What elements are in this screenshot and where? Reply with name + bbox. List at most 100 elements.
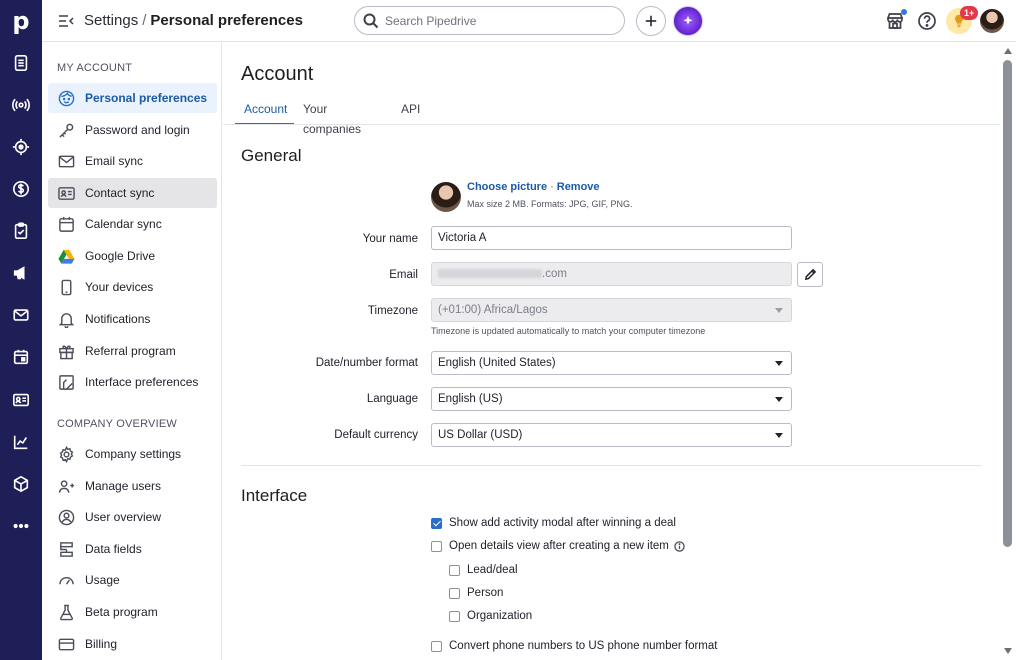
checkbox-unchecked[interactable] <box>449 610 460 622</box>
tabs-divider <box>223 124 1000 125</box>
sidebar-item-label: Calendar sync <box>85 217 162 231</box>
sidebar-item-label: Data fields <box>85 542 142 556</box>
sidebar-item-user-overview[interactable]: User overview <box>48 502 217 532</box>
pipedrive-logo[interactable]: p <box>0 0 42 42</box>
activities-icon[interactable] <box>0 219 42 243</box>
tab-api[interactable]: API <box>392 99 429 125</box>
checkbox-label: Lead/deal <box>467 564 518 576</box>
sidebar-item-contact-sync[interactable]: Contact sync <box>48 178 217 208</box>
checkbox-unchecked[interactable] <box>449 564 460 576</box>
checkbox-open-details[interactable]: Open details view after creating a new i… <box>431 540 685 552</box>
timezone-select: (+01:00) Africa/Lagos <box>431 298 792 322</box>
checkbox-unchecked[interactable] <box>431 640 442 652</box>
campaigns-icon[interactable] <box>0 261 42 285</box>
marketplace-icon[interactable] <box>885 9 907 31</box>
gift-icon <box>57 342 75 360</box>
sidebar-item-email-sync[interactable]: Email sync <box>48 146 217 176</box>
currency-value: US Dollar (USD) <box>438 429 523 441</box>
chevron-down-icon <box>775 308 783 313</box>
checkbox-person[interactable]: Person <box>449 587 503 599</box>
leads-icon[interactable] <box>0 93 42 117</box>
sidebar-item-beta-program[interactable]: Beta program <box>48 597 217 627</box>
collapse-menu-icon[interactable] <box>58 13 74 29</box>
sidebar-item-data-fields[interactable]: Data fields <box>48 534 217 564</box>
checkbox-checked[interactable] <box>431 517 442 529</box>
edit-email-button[interactable] <box>797 262 823 287</box>
checkbox-activity-modal[interactable]: Show add activity modal after winning a … <box>431 517 676 529</box>
currency-select[interactable]: US Dollar (USD) <box>431 423 792 447</box>
sidebar-item-your-devices[interactable]: Your devices <box>48 272 217 302</box>
search-input[interactable] <box>385 11 615 31</box>
sidebar-item-referral-program[interactable]: Referral program <box>48 336 217 366</box>
checkbox-organization[interactable]: Organization <box>449 610 532 622</box>
name-field[interactable]: Victoria A <box>431 226 792 250</box>
email-label: Email <box>389 269 418 281</box>
more-icon[interactable] <box>0 514 42 538</box>
notification-dot <box>901 9 907 15</box>
name-label: Your name <box>362 233 418 245</box>
picture-actions: Choose picture · Remove <box>467 181 600 193</box>
search-box[interactable] <box>354 6 625 35</box>
sidebar-item-billing[interactable]: Billing <box>48 629 217 659</box>
sidebar-item-notifications[interactable]: Notifications <box>48 304 217 334</box>
deals-icon[interactable] <box>0 51 42 75</box>
scroll-thumb[interactable] <box>1003 60 1012 547</box>
sidebar-item-interface-preferences[interactable]: Interface preferences <box>48 367 217 397</box>
date-format-select[interactable]: English (United States) <box>431 351 792 375</box>
chevron-down-icon <box>775 397 783 402</box>
choose-picture-link[interactable]: Choose picture <box>467 181 547 193</box>
help-icon[interactable] <box>917 11 937 31</box>
quick-add-button[interactable] <box>636 6 666 36</box>
plus-icon <box>645 15 657 27</box>
calendar-icon[interactable] <box>0 345 42 369</box>
checkbox-label: Show add activity modal after winning a … <box>449 517 676 529</box>
date-format-value: English (United States) <box>438 357 556 369</box>
products-icon[interactable] <box>0 472 42 496</box>
mail-icon[interactable] <box>0 303 42 327</box>
main-scrollbar[interactable] <box>1000 43 1016 660</box>
phone-icon <box>57 278 75 296</box>
checkbox-unchecked[interactable] <box>431 540 442 552</box>
remove-picture-link[interactable]: Remove <box>557 181 600 193</box>
sidebar-item-label: Contact sync <box>85 186 155 200</box>
target-icon[interactable] <box>0 135 42 159</box>
language-select[interactable]: English (US) <box>431 387 792 411</box>
scroll-down-arrow[interactable] <box>1004 648 1012 654</box>
sidebar-item-label: Your devices <box>85 280 154 294</box>
dollar-icon[interactable] <box>0 177 42 201</box>
sidebar-item-calendar-sync[interactable]: Calendar sync <box>48 209 217 239</box>
search-icon <box>363 13 379 29</box>
ai-assistant-button[interactable] <box>673 6 703 36</box>
contacts-icon[interactable] <box>0 388 42 412</box>
scroll-up-arrow[interactable] <box>1004 48 1012 54</box>
sidebar-item-company-settings[interactable]: Company settings <box>48 439 217 469</box>
sidebar-item-usage[interactable]: Usage <box>48 565 217 595</box>
sidebar-item-personal-preferences[interactable]: Personal preferences <box>48 83 217 113</box>
sidebar-item-manage-users[interactable]: Manage users <box>48 471 217 501</box>
checkbox-label: Person <box>467 587 504 599</box>
insights-icon[interactable] <box>0 430 42 454</box>
checkbox-label: Convert phone numbers to US phone number… <box>449 640 718 652</box>
user-circle-icon <box>57 508 75 526</box>
face-icon <box>57 89 75 107</box>
breadcrumb-separator: / <box>142 12 147 29</box>
info-icon[interactable] <box>674 540 685 552</box>
envelope-icon <box>57 152 75 170</box>
section-divider <box>241 465 982 466</box>
tab-account[interactable]: Account <box>235 99 294 125</box>
breadcrumb: Settings / Personal preferences <box>84 12 303 29</box>
top-bar: Settings/Personal preferences 1+ <box>42 0 1016 42</box>
sidebar-item-google-drive[interactable]: Google Drive <box>48 241 217 271</box>
redacted-email <box>438 269 542 278</box>
tab-your-companies[interactable]: Your companies <box>294 99 370 136</box>
user-avatar[interactable] <box>980 9 1004 33</box>
sidebar-item-password-and-login[interactable]: Password and login <box>48 115 217 145</box>
company-overview-title: COMPANY OVERVIEW <box>57 418 177 430</box>
checkbox-unchecked[interactable] <box>449 587 460 599</box>
timezone-label: Timezone <box>367 305 418 317</box>
checkbox-lead-deal[interactable]: Lead/deal <box>449 564 518 576</box>
checkbox-us-phone-format[interactable]: Convert phone numbers to US phone number… <box>431 640 717 652</box>
page-title: Account <box>241 63 314 85</box>
breadcrumb-settings[interactable]: Settings <box>84 12 138 29</box>
google-drive-icon <box>57 247 75 265</box>
